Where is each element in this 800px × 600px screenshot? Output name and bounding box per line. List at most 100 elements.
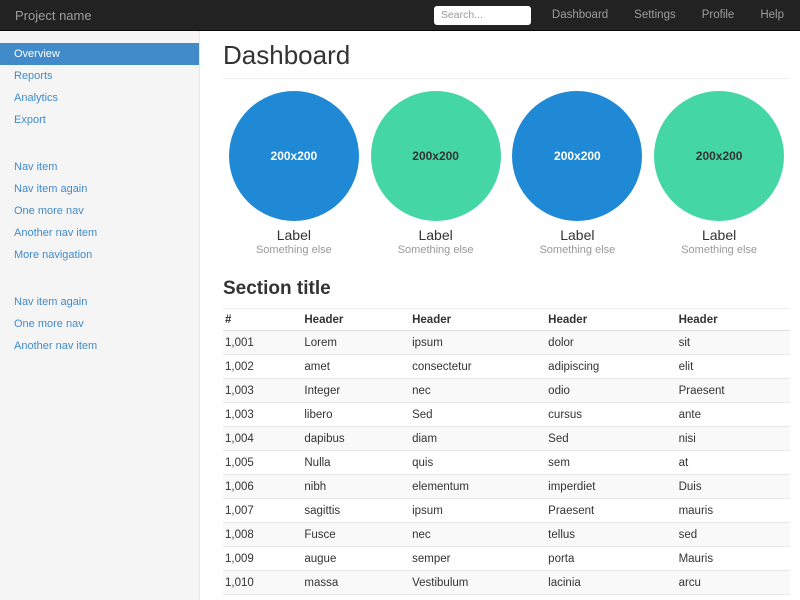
sidebar-item-label[interactable]: Nav item again	[0, 291, 199, 313]
sidebar-item-label[interactable]: One more nav	[0, 200, 199, 222]
navbar-right: Dashboard Settings Profile Help	[434, 6, 786, 25]
table-cell: at	[677, 451, 790, 475]
placeholder-sublabel: Something else	[365, 244, 507, 256]
table-cell: nec	[410, 523, 546, 547]
placeholder-label: Label	[365, 227, 507, 243]
table-cell: libero	[302, 403, 410, 427]
table-cell: nisi	[677, 427, 790, 451]
table-header-cell: Header	[410, 309, 546, 331]
sidebar-item-label[interactable]: One more nav	[0, 313, 199, 335]
table-cell: Vestibulum	[410, 571, 546, 595]
sidebar-item-one-more-nav[interactable]: One more nav	[0, 313, 199, 335]
placeholder-circle-image: 200x200	[371, 91, 501, 221]
main-content: Dashboard 200x200 Label Something else 2…	[200, 31, 800, 600]
sidebar-item-label[interactable]: More navigation	[0, 244, 199, 266]
nav-settings[interactable]: Settings	[621, 9, 689, 21]
sidebar-item-one-more-nav[interactable]: One more nav	[0, 200, 199, 222]
sidebar-item-nav-item[interactable]: Nav item	[0, 156, 199, 178]
table-cell: 1,004	[223, 427, 302, 451]
sidebar-item-label[interactable]: Overview	[0, 43, 199, 65]
brand[interactable]: Project name	[15, 8, 92, 23]
sidebar-item-another-nav-item[interactable]: Another nav item	[0, 335, 199, 357]
table-row: 1,001Loremipsumdolorsit	[223, 331, 790, 355]
table-row: 1,002ametconsecteturadipiscingelit	[223, 355, 790, 379]
table-cell: cursus	[546, 403, 676, 427]
sidebar-item-label[interactable]: Another nav item	[0, 335, 199, 357]
sidebar-item-analytics[interactable]: Analytics	[0, 87, 199, 109]
table-row: 1,004dapibusdiamSednisi	[223, 427, 790, 451]
table-row: 1,011egetnullaClassaptent	[223, 595, 790, 600]
table-cell: Class	[546, 595, 676, 600]
table-cell: lacinia	[546, 571, 676, 595]
table-cell: quis	[410, 451, 546, 475]
table-cell: sed	[677, 523, 790, 547]
search-input[interactable]	[434, 6, 531, 25]
sidebar-item-label[interactable]: Nav item	[0, 156, 199, 178]
sidebar-item-overview[interactable]: Overview	[0, 43, 199, 65]
placeholder-column: 200x200 Label Something else	[507, 91, 649, 256]
sidebar-item-label[interactable]: Export	[0, 109, 199, 131]
sidebar-item-another-nav-item[interactable]: Another nav item	[0, 222, 199, 244]
table-cell: Sed	[410, 403, 546, 427]
table-cell: 1,002	[223, 355, 302, 379]
nav-help[interactable]: Help	[747, 9, 786, 21]
table-row: 1,006nibhelementumimperdietDuis	[223, 475, 790, 499]
table-cell: 1,001	[223, 331, 302, 355]
table-row: 1,003liberoSedcursusante	[223, 403, 790, 427]
placeholder-circle-image: 200x200	[512, 91, 642, 221]
table-cell: tellus	[546, 523, 676, 547]
placeholder-column: 200x200 Label Something else	[365, 91, 507, 256]
sidebar: OverviewReportsAnalyticsExportNav itemNa…	[0, 31, 200, 600]
table-cell: mauris	[677, 499, 790, 523]
sidebar-item-label[interactable]: Nav item again	[0, 178, 199, 200]
sidebar-item-label[interactable]: Reports	[0, 65, 199, 87]
sidebar-item-label[interactable]: Another nav item	[0, 222, 199, 244]
table-cell: 1,007	[223, 499, 302, 523]
placeholder-sublabel: Something else	[507, 244, 649, 256]
page-body: OverviewReportsAnalyticsExportNav itemNa…	[0, 31, 800, 600]
table-cell: Sed	[546, 427, 676, 451]
sidebar-item-export[interactable]: Export	[0, 109, 199, 131]
table-cell: 1,010	[223, 571, 302, 595]
table-cell: amet	[302, 355, 410, 379]
sidebar-item-more-navigation[interactable]: More navigation	[0, 244, 199, 266]
table-cell: Mauris	[677, 547, 790, 571]
table-cell: nulla	[410, 595, 546, 600]
table-row: 1,003IntegernecodioPraesent	[223, 379, 790, 403]
table-cell: eget	[302, 595, 410, 600]
table-cell: augue	[302, 547, 410, 571]
sidebar-item-nav-item-again[interactable]: Nav item again	[0, 178, 199, 200]
nav-dashboard[interactable]: Dashboard	[539, 9, 621, 21]
sidebar-item-label[interactable]: Analytics	[0, 87, 199, 109]
table-cell: dapibus	[302, 427, 410, 451]
table-cell: arcu	[677, 571, 790, 595]
table-cell: nibh	[302, 475, 410, 499]
table-cell: sem	[546, 451, 676, 475]
table-cell: diam	[410, 427, 546, 451]
sidebar-item-nav-item-again[interactable]: Nav item again	[0, 291, 199, 313]
sidebar-item-reports[interactable]: Reports	[0, 65, 199, 87]
table-cell: sit	[677, 331, 790, 355]
placeholder-circles-row: 200x200 Label Something else 200x200 Lab…	[223, 91, 790, 256]
table-cell: aptent	[677, 595, 790, 600]
table-cell: 1,006	[223, 475, 302, 499]
table-row: 1,009auguesemperportaMauris	[223, 547, 790, 571]
table-cell: Fusce	[302, 523, 410, 547]
nav-profile[interactable]: Profile	[689, 9, 748, 21]
data-table: # Header Header Header Header 1,001Lorem…	[223, 309, 790, 600]
table-cell: 1,009	[223, 547, 302, 571]
table-cell: consectetur	[410, 355, 546, 379]
table-cell: Praesent	[546, 499, 676, 523]
table-cell: semper	[410, 547, 546, 571]
table-cell: elementum	[410, 475, 546, 499]
table-header: # Header Header Header Header	[223, 309, 790, 331]
placeholder-sublabel: Something else	[223, 244, 365, 256]
table-cell: ipsum	[410, 331, 546, 355]
table-cell: dolor	[546, 331, 676, 355]
table-body: 1,001Loremipsumdolorsit1,002ametconsecte…	[223, 331, 790, 600]
table-header-cell: Header	[546, 309, 676, 331]
top-navbar: Project name Dashboard Settings Profile …	[0, 0, 800, 31]
sidebar-nav-group: Nav itemNav item againOne more navAnothe…	[0, 156, 199, 266]
placeholder-label: Label	[223, 227, 365, 243]
table-cell: 1,008	[223, 523, 302, 547]
